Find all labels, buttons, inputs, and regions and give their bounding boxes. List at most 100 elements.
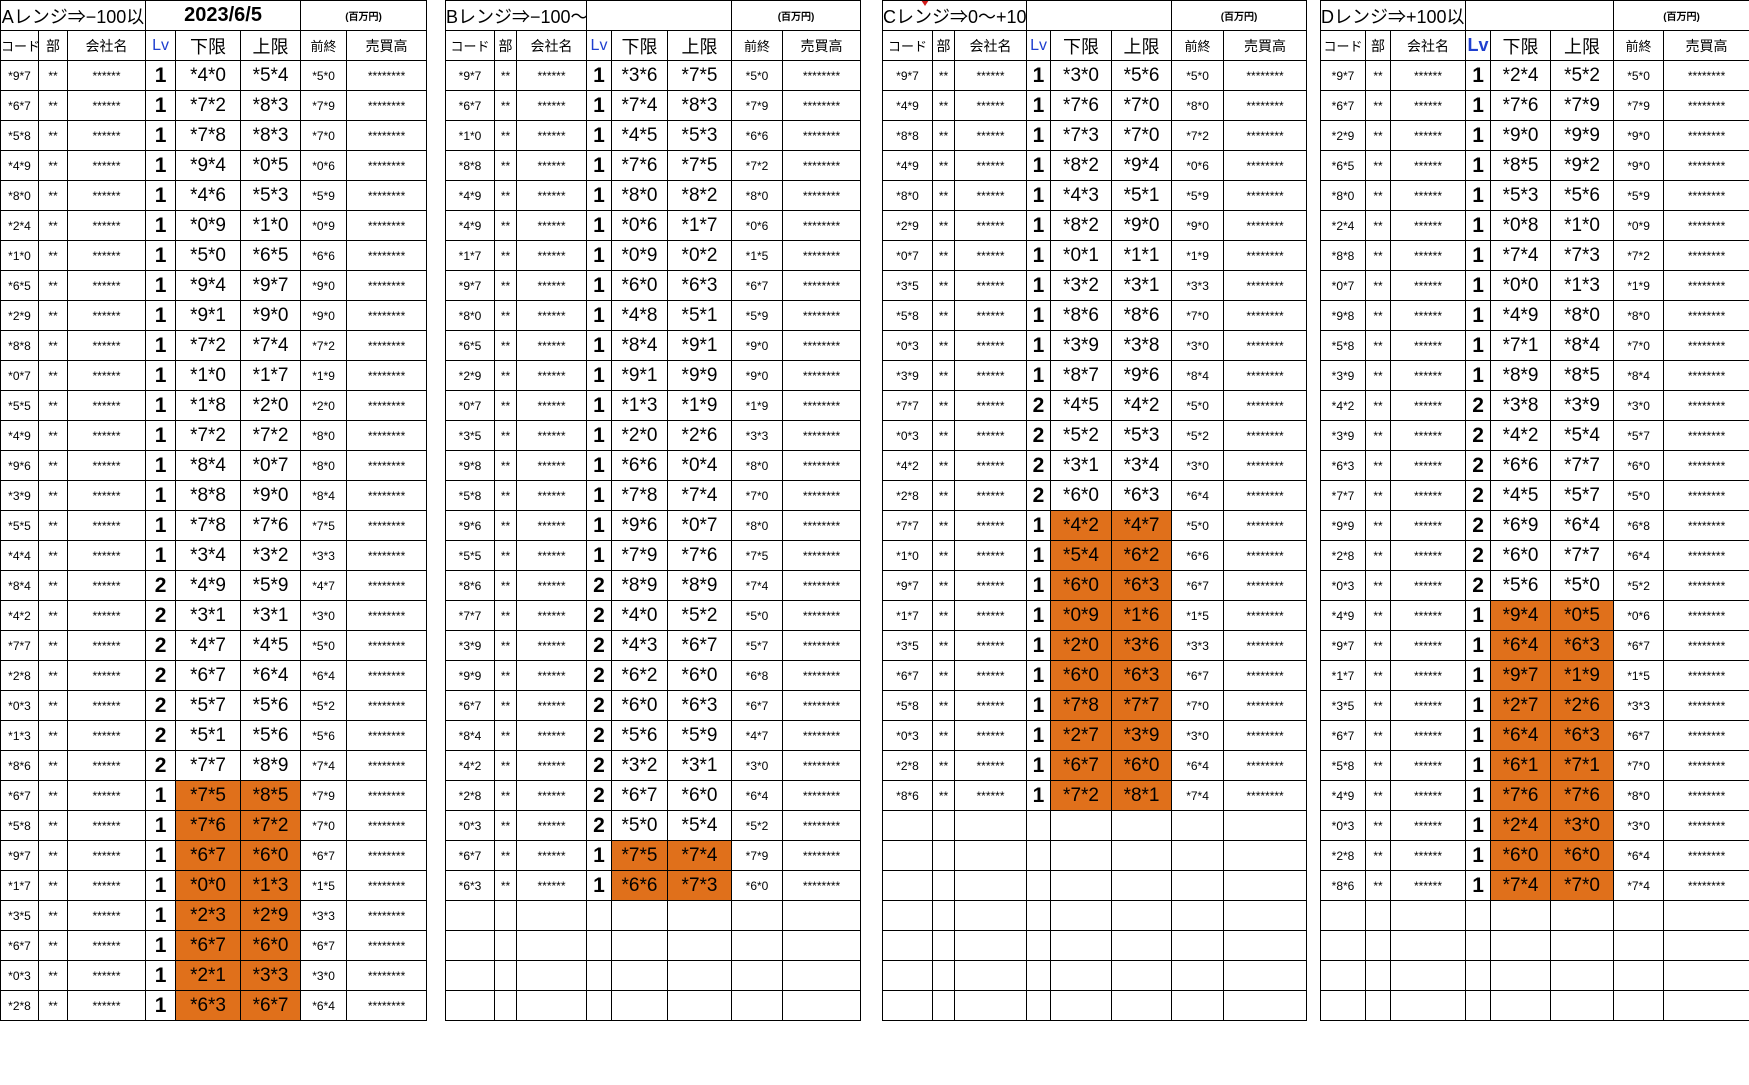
cell-code[interactable]: *5*8 <box>0 810 39 841</box>
cell-hi[interactable]: *9*9 <box>666 360 733 391</box>
cell-vol[interactable]: ******** <box>782 720 862 751</box>
cell-hi[interactable]: *6*3 <box>666 270 733 301</box>
cell-name[interactable]: ****** <box>1389 600 1467 631</box>
cell-hi[interactable]: *9*9 <box>1550 120 1615 151</box>
cell-vol[interactable]: ******** <box>1663 180 1749 211</box>
cell-vol[interactable]: ******** <box>1223 150 1308 181</box>
cell-name[interactable]: ****** <box>1389 540 1467 571</box>
cell-hi[interactable]: *9*7 <box>240 270 302 301</box>
cell-bu[interactable]: ** <box>38 780 68 811</box>
cell-prev[interactable]: *6*7 <box>731 690 784 721</box>
cell-hi[interactable]: *8*3 <box>240 120 302 151</box>
cell-prev[interactable]: *3*3 <box>731 420 784 451</box>
cell-vol[interactable]: ******** <box>1223 600 1308 631</box>
cell-code[interactable]: *2*9 <box>445 360 495 391</box>
cell-prev[interactable]: *9*0 <box>731 330 784 361</box>
cell-bu[interactable]: ** <box>932 420 955 451</box>
cell-prev[interactable]: *3*3 <box>300 900 348 931</box>
empty-cell[interactable] <box>1223 810 1308 841</box>
cell-bu[interactable]: ** <box>932 90 955 121</box>
cell-hi[interactable]: *2*0 <box>240 390 302 421</box>
cell-vol[interactable]: ******** <box>1223 60 1308 91</box>
cell-vol[interactable]: ******** <box>1223 630 1308 661</box>
cell-code[interactable]: *3*9 <box>1320 420 1366 451</box>
empty-cell[interactable] <box>516 990 587 1021</box>
cell-name[interactable]: ****** <box>1389 240 1467 271</box>
cell-vol[interactable]: ******** <box>346 990 428 1021</box>
empty-cell[interactable] <box>1613 990 1665 1021</box>
cell-lo[interactable]: *9*1 <box>611 360 668 391</box>
empty-cell[interactable] <box>953 900 1028 931</box>
cell-hi[interactable]: *8*0 <box>1550 300 1615 331</box>
header-hi[interactable]: 上限 <box>1111 30 1173 61</box>
cell-vol[interactable]: ******** <box>346 720 428 751</box>
empty-cell[interactable] <box>1389 930 1467 961</box>
cell-hi[interactable]: *9*2 <box>1550 150 1615 181</box>
cell-lo[interactable]: *7*2 <box>175 90 242 121</box>
cell-vol[interactable]: ******** <box>782 60 862 91</box>
cell-lv[interactable]: 1 <box>145 480 177 511</box>
cell-prev[interactable]: *6*4 <box>300 990 348 1021</box>
cell-hi[interactable]: *6*0 <box>240 840 302 871</box>
empty-cell[interactable] <box>494 960 517 991</box>
cell-code[interactable]: *8*8 <box>0 330 39 361</box>
cell-lo[interactable]: *7*6 <box>175 810 242 841</box>
cell-prev[interactable]: *9*0 <box>1613 150 1665 181</box>
cell-vol[interactable]: ******** <box>346 300 428 331</box>
empty-cell[interactable] <box>1223 900 1308 931</box>
cell-bu[interactable]: ** <box>932 720 955 751</box>
empty-cell[interactable] <box>1320 900 1366 931</box>
cell-bu[interactable]: ** <box>494 90 517 121</box>
cell-bu[interactable]: ** <box>1365 570 1391 601</box>
cell-name[interactable]: ****** <box>1389 90 1467 121</box>
cell-lv[interactable]: 1 <box>586 480 612 511</box>
cell-prev[interactable]: *4*7 <box>300 570 348 601</box>
empty-cell[interactable] <box>1111 810 1173 841</box>
cell-vol[interactable]: ******** <box>1663 480 1749 511</box>
cell-name[interactable]: ****** <box>1389 660 1467 691</box>
cell-prev[interactable]: *6*6 <box>1171 540 1225 571</box>
cell-lo[interactable]: *3*4 <box>175 540 242 571</box>
empty-cell[interactable] <box>1026 870 1052 901</box>
empty-cell[interactable] <box>1050 840 1113 871</box>
cell-prev[interactable]: *6*0 <box>1613 450 1665 481</box>
header-hi[interactable]: 上限 <box>1550 30 1615 61</box>
cell-lo[interactable]: *6*6 <box>1490 450 1552 481</box>
empty-cell[interactable] <box>586 990 612 1021</box>
cell-vol[interactable]: ******** <box>1663 840 1749 871</box>
cell-code[interactable]: *8*0 <box>882 180 933 211</box>
empty-cell[interactable] <box>953 930 1028 961</box>
cell-hi[interactable]: *9*0 <box>240 480 302 511</box>
cell-code[interactable]: *0*7 <box>1320 270 1366 301</box>
empty-cell[interactable] <box>516 900 587 931</box>
cell-bu[interactable]: ** <box>38 750 68 781</box>
cell-vol[interactable]: ******** <box>782 150 862 181</box>
cell-vol[interactable]: ******** <box>1663 870 1749 901</box>
cell-bu[interactable]: ** <box>1365 690 1391 721</box>
cell-lv[interactable]: 1 <box>1465 180 1492 211</box>
cell-hi[interactable]: *5*9 <box>666 720 733 751</box>
empty-cell[interactable] <box>1550 960 1615 991</box>
cell-code[interactable]: *7*7 <box>882 390 933 421</box>
cell-code[interactable]: *2*9 <box>1320 120 1366 151</box>
cell-name[interactable]: ****** <box>1389 690 1467 721</box>
cell-lo[interactable]: *7*5 <box>611 840 668 871</box>
cell-lo[interactable]: *5*1 <box>175 720 242 751</box>
cell-name[interactable]: ****** <box>66 930 147 961</box>
cell-lv[interactable]: 2 <box>586 600 612 631</box>
empty-cell[interactable] <box>1550 900 1615 931</box>
cell-lv[interactable]: 2 <box>1465 510 1492 541</box>
header-code[interactable]: コード <box>445 30 495 61</box>
cell-code[interactable]: *4*9 <box>445 180 495 211</box>
cell-bu[interactable]: ** <box>494 240 517 271</box>
cell-lv[interactable]: 2 <box>1026 420 1052 451</box>
cell-lv[interactable]: 2 <box>145 630 177 661</box>
cell-name[interactable]: ****** <box>66 480 147 511</box>
cell-prev[interactable]: *8*0 <box>731 180 784 211</box>
cell-bu[interactable]: ** <box>38 450 68 481</box>
cell-vol[interactable]: ******** <box>346 900 428 931</box>
cell-bu[interactable]: ** <box>932 570 955 601</box>
cell-name[interactable]: ****** <box>953 120 1028 151</box>
cell-lo[interactable]: *6*7 <box>175 660 242 691</box>
cell-prev[interactable]: *5*9 <box>300 180 348 211</box>
